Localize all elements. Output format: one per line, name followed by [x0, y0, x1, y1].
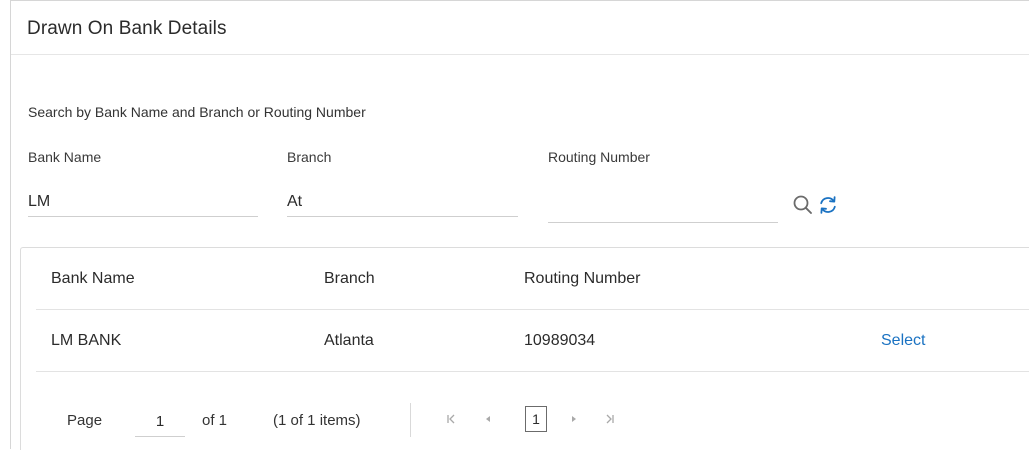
- next-page-icon[interactable]: [564, 408, 584, 434]
- panel-header: Drawn On Bank Details: [11, 1, 1029, 55]
- row-branch: Atlanta: [324, 332, 374, 349]
- search-hint: Search by Bank Name and Branch or Routin…: [28, 104, 366, 120]
- refresh-icon[interactable]: [817, 193, 839, 217]
- page-button-1[interactable]: 1: [525, 406, 547, 432]
- page-count-label: of 1: [202, 412, 228, 429]
- table-row: LM BANK Atlanta 10989034 Select: [36, 310, 1029, 372]
- row-bank-name: LM BANK: [51, 332, 122, 349]
- drawn-on-bank-panel: Drawn On Bank Details Search by Bank Nam…: [10, 0, 1029, 450]
- column-header-routing-number: Routing Number: [524, 270, 641, 287]
- pagination-bar: Page of 1 (1 of 1 items) 1: [21, 398, 1029, 450]
- bank-name-field: Bank Name: [28, 149, 258, 227]
- routing-number-label: Routing Number: [548, 149, 650, 165]
- branch-label: Branch: [287, 149, 332, 165]
- items-count-label: (1 of 1 items): [273, 412, 361, 429]
- pager-divider: [410, 403, 411, 437]
- routing-number-field: Routing Number: [548, 149, 778, 227]
- last-page-icon[interactable]: [600, 408, 620, 434]
- results-table: Bank Name Branch Routing Number LM BANK …: [20, 247, 1029, 450]
- bank-name-input[interactable]: [28, 187, 258, 217]
- search-icon[interactable]: [792, 193, 814, 217]
- row-routing-number: 10989034: [524, 332, 596, 349]
- bank-name-label: Bank Name: [28, 149, 102, 165]
- first-page-icon[interactable]: [441, 408, 461, 434]
- column-header-branch: Branch: [324, 270, 375, 287]
- page-number-input[interactable]: [135, 406, 185, 437]
- prev-page-icon[interactable]: [478, 408, 498, 434]
- panel-title: Drawn On Bank Details: [27, 18, 227, 39]
- page-label: Page: [67, 412, 103, 429]
- routing-number-input[interactable]: [548, 193, 778, 223]
- branch-field: Branch: [287, 149, 518, 227]
- select-link[interactable]: Select: [881, 310, 925, 372]
- branch-input[interactable]: [287, 187, 518, 217]
- column-header-bank-name: Bank Name: [51, 270, 135, 287]
- table-header-row: Bank Name Branch Routing Number: [36, 248, 1029, 310]
